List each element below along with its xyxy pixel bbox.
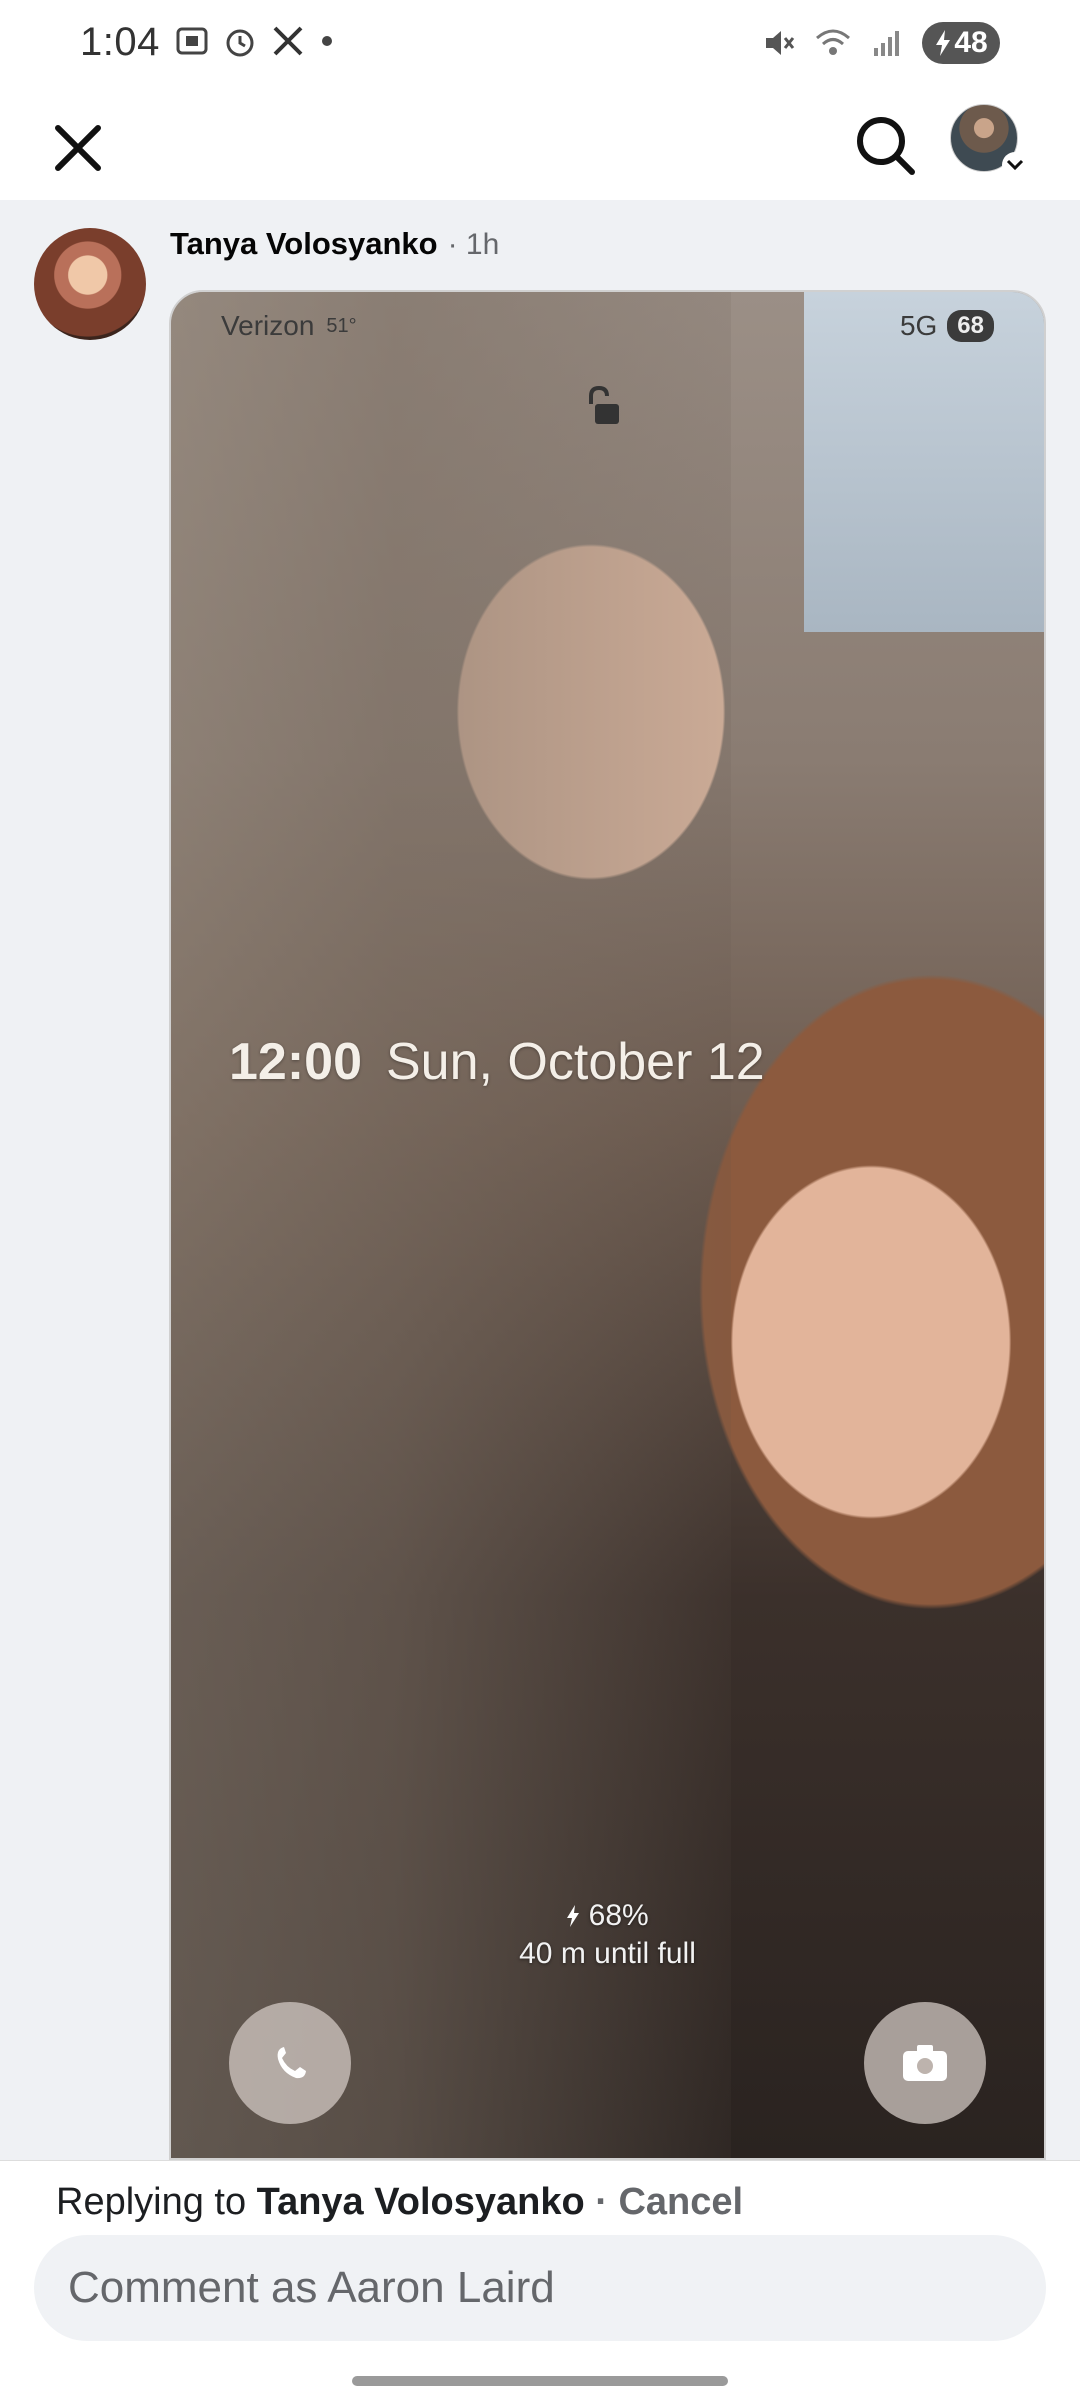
status-bar: 1:04 48	[0, 0, 1080, 90]
screenshot-icon	[176, 27, 208, 55]
photo-battery: 68	[947, 310, 994, 342]
camera-icon	[903, 2045, 947, 2081]
replying-to-prefix: Replying to	[56, 2181, 257, 2223]
close-button[interactable]	[42, 112, 114, 184]
photo-charge-percent: 68%	[171, 1897, 1044, 1935]
replying-to-name: Tanya Volosyanko	[256, 2181, 585, 2223]
reply-separator: ·	[584, 2181, 619, 2223]
status-left-icons	[175, 24, 335, 58]
battery-indicator: 48	[922, 22, 1000, 64]
mute-icon	[766, 31, 795, 55]
photo-subject-shading	[171, 292, 731, 2158]
comment-photo[interactable]: Verizon 51° 5G 68 12:00 Sun, October 12 …	[169, 290, 1046, 2160]
cancel-reply-button[interactable]: Cancel	[618, 2181, 743, 2223]
status-time: 1:04	[80, 20, 160, 64]
photo-status-extra: 51°	[326, 314, 357, 337]
comment-author-name[interactable]: Tanya Volosyanko	[170, 226, 438, 262]
x-logo-icon	[273, 26, 303, 56]
comment-input[interactable]	[34, 2235, 1046, 2341]
phone-icon	[277, 2047, 306, 2079]
charging-bolt-icon	[936, 30, 951, 56]
comment-author-avatar[interactable]	[34, 228, 146, 340]
reply-panel: Replying to Tanya Volosyanko · Cancel	[0, 2160, 1080, 2400]
photo-lock-time: 12:00	[229, 1033, 362, 1091]
photo-background-sky	[804, 292, 1044, 632]
status-right-icons: 48	[762, 22, 1000, 64]
dot-icon	[322, 36, 332, 46]
photo-status-bar: Verizon 51° 5G 68	[221, 310, 994, 342]
app-bar	[0, 90, 1080, 200]
photo-phone-shortcut	[229, 2002, 351, 2124]
wifi-icon	[816, 29, 850, 55]
screen: 1:04 48 Tanya Volosyanko · 1h Verizon 51…	[0, 0, 1080, 2400]
comment-timestamp: · 1h	[447, 228, 500, 261]
search-button[interactable]	[848, 108, 924, 184]
photo-lock-date: Sun, October 12	[386, 1033, 765, 1091]
unlock-icon	[589, 385, 619, 424]
photo-network: 5G	[899, 310, 938, 341]
search-icon	[857, 117, 915, 175]
photo-charge-info: 68% 40 m until full	[171, 1897, 1044, 1973]
profile-menu-button[interactable]	[950, 104, 1030, 184]
signal-icon	[874, 31, 899, 56]
photo-lock-clock: 12:00 Sun, October 12	[229, 1032, 765, 1092]
alarm-icon	[226, 29, 254, 57]
chevron-down-icon	[1002, 152, 1028, 178]
photo-camera-shortcut	[864, 2002, 986, 2124]
charging-bolt-icon	[567, 1905, 580, 1927]
photo-carrier: Verizon	[221, 310, 315, 341]
battery-level: 48	[954, 26, 988, 59]
home-indicator[interactable]	[352, 2376, 728, 2386]
replying-to-line: Replying to Tanya Volosyanko · Cancel	[56, 2181, 743, 2224]
close-icon	[55, 125, 101, 171]
comment-header: Tanya Volosyanko · 1h	[170, 226, 499, 262]
photo-charge-note: 40 m until full	[519, 1937, 696, 1970]
